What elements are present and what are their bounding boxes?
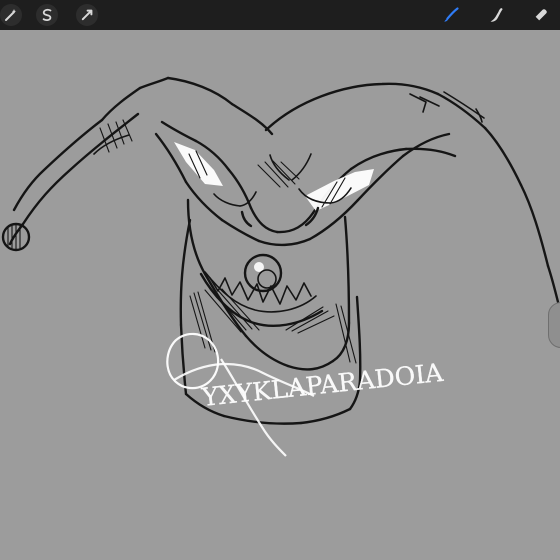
eraser-icon (533, 9, 547, 22)
eraser-button[interactable] (530, 4, 552, 26)
drawing-canvas[interactable]: .ink { fill: none; stroke: #151515; stro… (0, 30, 560, 560)
selection-icon (42, 8, 52, 21)
adjustments-button[interactable] (0, 4, 22, 26)
adjustments-icon (5, 9, 17, 21)
brush-button[interactable] (440, 4, 462, 26)
brush-icon (444, 7, 459, 22)
smudge-icon (490, 8, 503, 22)
selection-button[interactable] (36, 4, 58, 26)
jester-sketch: .ink { fill: none; stroke: #151515; stro… (1, 76, 560, 457)
transform-button[interactable] (76, 4, 98, 26)
smudge-button[interactable] (486, 4, 508, 26)
top-toolbar (0, 0, 560, 30)
side-handle[interactable] (548, 302, 560, 348)
transform-icon (81, 9, 93, 21)
